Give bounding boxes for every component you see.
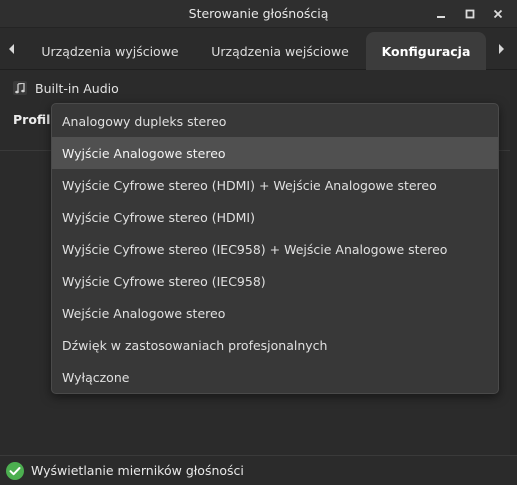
minimize-button[interactable]	[432, 5, 450, 23]
profile-label: Profil:	[13, 112, 56, 127]
profile-option[interactable]: Wyjście Cyfrowe stereo (HDMI)	[52, 201, 498, 233]
profile-option[interactable]: Analogowy dupleks stereo	[52, 105, 498, 137]
maximize-button[interactable]	[461, 5, 479, 23]
footer: Wyświetlanie mierników głośności	[0, 455, 517, 485]
music-note-icon	[13, 81, 27, 95]
minimize-icon	[437, 16, 445, 18]
show-volume-meters-label[interactable]: Wyświetlanie mierników głośności	[31, 463, 244, 478]
profile-dropdown-list[interactable]: Analogowy dupleks stereo Wyjście Analogo…	[51, 103, 499, 394]
close-icon	[493, 9, 503, 19]
scrollbar-track[interactable]	[510, 70, 517, 455]
profile-option[interactable]: Wyłączone	[52, 361, 498, 393]
profile-option[interactable]: Wyjście Cyfrowe stereo (HDMI) + Wejście …	[52, 169, 498, 201]
device-header: Built-in Audio	[13, 80, 119, 96]
tab-input-devices[interactable]: Urządzenia wejściowe	[196, 32, 364, 70]
tab-bar: Urządzenia wyjściowe Urządzenia wejściow…	[0, 28, 517, 70]
triangle-right-icon	[499, 44, 504, 54]
title-bar: Sterowanie głośnością	[0, 0, 517, 28]
maximize-icon	[465, 9, 475, 19]
profile-option[interactable]: Dźwięk w zastosowaniach profesjonalnych	[52, 329, 498, 361]
device-name: Built-in Audio	[35, 80, 119, 96]
tab-output-devices[interactable]: Urządzenia wyjściowe	[26, 32, 194, 70]
profile-option[interactable]: Wyjście Cyfrowe stereo (IEC958)	[52, 265, 498, 297]
profile-option-highlighted[interactable]: Wyjście Analogowe stereo	[52, 137, 498, 169]
check-circle-icon[interactable]	[5, 461, 25, 481]
tab-scroll-left-button[interactable]	[0, 28, 24, 70]
tab-scroll-right-button[interactable]	[489, 28, 513, 70]
tab-configuration[interactable]: Konfiguracja	[366, 32, 486, 70]
profile-option[interactable]: Wyjście Cyfrowe stereo (IEC958) + Wejści…	[52, 233, 498, 265]
profile-option[interactable]: Wejście Analogowe stereo	[52, 297, 498, 329]
close-button[interactable]	[489, 5, 507, 23]
triangle-left-icon	[9, 44, 14, 54]
